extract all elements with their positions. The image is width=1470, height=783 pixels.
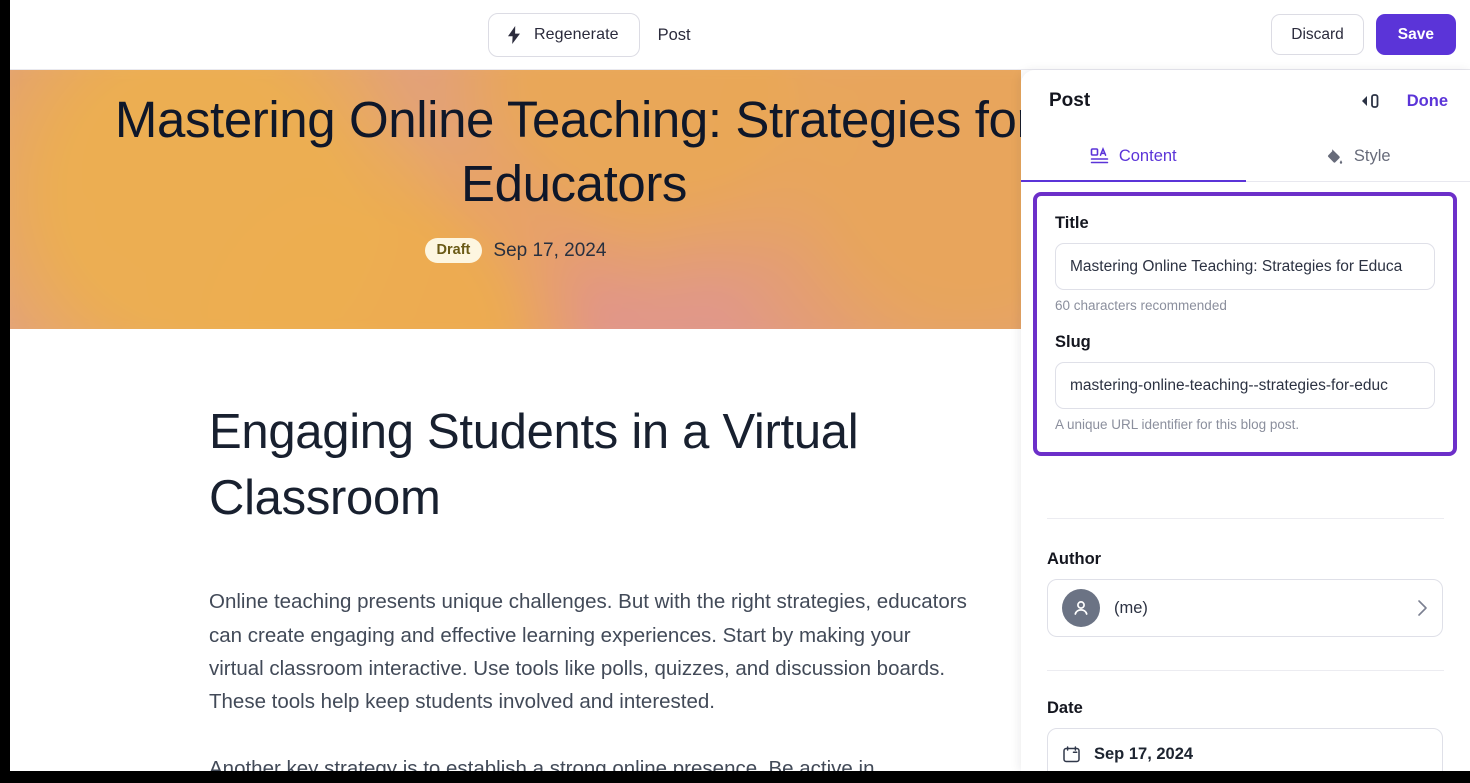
author-field-label: Author: [1047, 550, 1102, 568]
post-settings-panel: Post Done Content Style Title Mastering …: [1021, 70, 1470, 771]
author-field: Author (me): [1047, 550, 1443, 637]
panel-header-actions: Done: [1359, 70, 1448, 132]
lightning-bolt-icon: [505, 25, 523, 45]
regenerate-button[interactable]: Regenerate: [488, 13, 640, 57]
panel-divider: [1047, 518, 1444, 519]
article-heading[interactable]: Engaging Students in a Virtual Classroom: [209, 400, 859, 531]
title-field-label: Title: [1055, 214, 1089, 232]
regenerate-label: Regenerate: [534, 26, 619, 43]
top-toolbar: Regenerate Post Discard Save: [10, 0, 1470, 70]
date-picker[interactable]: Sep 17, 2024: [1047, 728, 1443, 771]
slug-input[interactable]: [1055, 362, 1435, 409]
article-paragraph[interactable]: Another key strategy is to establish a s…: [209, 752, 969, 771]
date-field-label: Date: [1047, 699, 1083, 717]
panel-tabs: Content Style: [1021, 132, 1470, 182]
paint-bucket-icon: [1325, 147, 1344, 166]
slug-field-hint: A unique URL identifier for this blog po…: [1055, 417, 1300, 432]
tab-content-label: Content: [1118, 147, 1177, 165]
done-button[interactable]: Done: [1407, 92, 1448, 111]
toolbar-actions: Discard Save: [1271, 14, 1456, 55]
title-field-hint: 60 characters recommended: [1055, 298, 1227, 313]
content-icon: [1090, 147, 1109, 166]
toolbar-center-group: Regenerate Post: [488, 13, 691, 57]
panel-title: Post: [1049, 90, 1091, 111]
discard-button[interactable]: Discard: [1271, 14, 1364, 55]
tab-style-label: Style: [1353, 147, 1391, 165]
field-spacer: [1055, 313, 1435, 333]
calendar-icon: [1062, 745, 1081, 764]
app-window: Regenerate Post Discard Save Mastering O…: [10, 0, 1470, 771]
collapse-panel-icon[interactable]: [1359, 92, 1381, 110]
title-slug-section-highlight: Title 60 characters recommended Slug A u…: [1033, 192, 1457, 456]
article-hero: Mastering Online Teaching: Strategies fo…: [10, 70, 1021, 329]
panel-body: Title 60 characters recommended Slug A u…: [1021, 182, 1470, 771]
tab-style[interactable]: Style: [1246, 132, 1470, 181]
hero-date: Sep 17, 2024: [493, 239, 607, 261]
avatar: [1062, 589, 1100, 627]
title-input[interactable]: [1055, 243, 1435, 290]
panel-header: Post Done: [1021, 70, 1470, 132]
toolbar-post-label[interactable]: Post: [654, 26, 691, 45]
date-field: Date Sep 17, 2024: [1047, 699, 1443, 771]
panel-divider: [1047, 670, 1444, 671]
hero-title[interactable]: Mastering Online Teaching: Strategies fo…: [24, 88, 1021, 217]
hero-meta: Draft Sep 17, 2024: [10, 238, 1021, 263]
tab-content[interactable]: Content: [1021, 132, 1246, 182]
article-paragraph[interactable]: Online teaching presents unique challeng…: [209, 585, 969, 718]
chevron-right-icon: [1417, 599, 1428, 617]
slug-field-label: Slug: [1055, 333, 1091, 351]
author-value: (me): [1114, 598, 1148, 617]
date-value: Sep 17, 2024: [1094, 744, 1194, 763]
article-body: Engaging Students in a Virtual Classroom…: [209, 400, 969, 771]
author-picker[interactable]: (me): [1047, 579, 1443, 637]
status-badge: Draft: [424, 238, 483, 263]
save-button[interactable]: Save: [1375, 14, 1456, 55]
